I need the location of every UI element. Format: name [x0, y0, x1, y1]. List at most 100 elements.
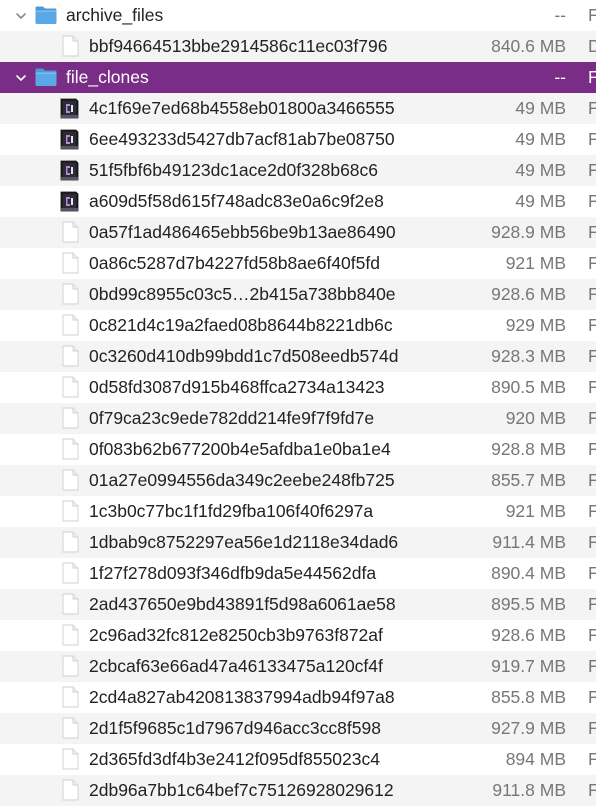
file-kind: F: [588, 625, 596, 645]
file-name: 0a86c5287d7b4227fd58b8ae6f40f5fd: [89, 253, 380, 273]
file-size: 855.8 MB: [491, 687, 566, 707]
file-kind: F: [588, 749, 596, 769]
file-row[interactable]: a609d5f58d615f748adc83e0a6c9f2e8 49 MB F: [0, 186, 596, 217]
file-size: 49 MB: [515, 160, 566, 180]
document-icon: [58, 252, 82, 274]
document-icon: [58, 748, 82, 770]
folder-row-archive-files[interactable]: archive_files -- F: [0, 0, 596, 31]
file-row[interactable]: 2d1f5f9685c1d7967d946acc3cc8f598 927.9 MB…: [0, 713, 596, 744]
file-row[interactable]: 1f27f278d093f346dfb9da5e44562dfa 890.4 MB…: [0, 558, 596, 589]
document-icon: [58, 314, 82, 336]
file-row[interactable]: 2d365fd3df4b3e2412f095df855023c4 894 MB F: [0, 744, 596, 775]
file-kind: F: [588, 253, 596, 273]
file-name: 2ad437650e9bd43891f5d98a6061ae58: [89, 594, 396, 614]
folder-size: --: [554, 5, 566, 25]
document-icon: [58, 655, 82, 677]
document-icon: [58, 345, 82, 367]
file-row[interactable]: 01a27e0994556da349c2eebe248fb725 855.7 MB…: [0, 465, 596, 496]
file-size: 840.6 MB: [491, 36, 566, 56]
file-row[interactable]: 1c3b0c77bc1f1fd29fba106f40f6297a 921 MB F: [0, 496, 596, 527]
file-size: 921 MB: [505, 501, 566, 521]
file-size: 928.6 MB: [491, 284, 566, 304]
file-size: 49 MB: [515, 129, 566, 149]
file-list: archive_files -- Fbbf94664513bbe2914586c11…: [0, 0, 596, 806]
file-size: 929 MB: [505, 315, 566, 335]
file-name: 4c1f69e7ed68b4558eb01800a3466555: [89, 98, 395, 118]
file-row[interactable]: 2cd4a827ab420813837994adb94f97a8 855.8 MB…: [0, 682, 596, 713]
document-icon: [58, 500, 82, 522]
file-size: 855.7 MB: [491, 470, 566, 490]
file-kind: F: [588, 129, 596, 149]
document-icon: [58, 531, 82, 553]
executable-icon: [57, 190, 81, 212]
executable-icon: [57, 159, 81, 181]
file-row[interactable]: bbf94664513bbe2914586c11ec03f796 840.6 MB…: [0, 31, 596, 62]
file-row[interactable]: 0c3260d410db99bdd1c7d508eedb574d 928.3 MB…: [0, 341, 596, 372]
file-row[interactable]: 0a57f1ad486465ebb56be9b13ae86490 928.9 MB…: [0, 217, 596, 248]
file-name: 0a57f1ad486465ebb56be9b13ae86490: [89, 222, 396, 242]
file-row[interactable]: 51f5fbf6b49123dc1ace2d0f328b68c6 49 MB F: [0, 155, 596, 186]
file-kind: F: [588, 687, 596, 707]
file-kind: F: [588, 501, 596, 521]
file-kind: F: [588, 656, 596, 676]
file-kind: F: [588, 191, 596, 211]
file-row[interactable]: 2ad437650e9bd43891f5d98a6061ae58 895.5 MB…: [0, 589, 596, 620]
file-row[interactable]: 0a86c5287d7b4227fd58b8ae6f40f5fd 921 MB F: [0, 248, 596, 279]
file-size: 894 MB: [505, 749, 566, 769]
folder-kind: F: [588, 67, 596, 87]
chevron-down-icon[interactable]: [12, 62, 30, 93]
file-size: 928.3 MB: [491, 346, 566, 366]
file-row[interactable]: 0d58fd3087d915b468ffca2734a13423 890.5 MB…: [0, 372, 596, 403]
file-size: 921 MB: [505, 253, 566, 273]
file-kind: F: [588, 470, 596, 490]
file-size: 919.7 MB: [491, 656, 566, 676]
file-row[interactable]: 0f79ca23c9ede782dd214fe9f7f9fd7e 920 MB F: [0, 403, 596, 434]
file-kind: F: [588, 98, 596, 118]
document-icon: [58, 221, 82, 243]
document-icon: [58, 283, 82, 305]
file-kind: F: [588, 408, 596, 428]
file-kind: F: [588, 284, 596, 304]
file-name: 1c3b0c77bc1f1fd29fba106f40f6297a: [89, 501, 374, 521]
file-row[interactable]: 2c96ad32fc812e8250cb3b9763f872af 928.6 MB…: [0, 620, 596, 651]
file-name: 0c821d4c19a2faed08b8644b8221db6c: [89, 315, 393, 335]
file-size: 890.4 MB: [491, 563, 566, 583]
file-row[interactable]: 2cbcaf63e66ad47a46133475a120cf4f 919.7 MB…: [0, 651, 596, 682]
file-size: 911.4 MB: [492, 532, 566, 552]
document-icon: [58, 407, 82, 429]
file-row[interactable]: 0bd99c8955c03c5…2b415a738bb840e 928.6 MB F: [0, 279, 596, 310]
file-name: 2d1f5f9685c1d7967d946acc3cc8f598: [89, 718, 381, 738]
file-kind: D: [588, 36, 596, 56]
document-icon: [58, 779, 82, 801]
file-size: 928.9 MB: [491, 222, 566, 242]
file-row[interactable]: 6ee493233d5427db7acf81ab7be08750 49 MB F: [0, 124, 596, 155]
document-icon: [58, 717, 82, 739]
folder-kind: F: [588, 5, 596, 25]
folder-icon: [34, 4, 58, 26]
file-size: 49 MB: [515, 191, 566, 211]
file-size: 920 MB: [505, 408, 566, 428]
file-size: 911.8 MB: [492, 780, 566, 800]
file-name: 2c96ad32fc812e8250cb3b9763f872af: [89, 625, 383, 645]
file-name: 01a27e0994556da349c2eebe248fb725: [89, 470, 395, 490]
file-kind: F: [588, 346, 596, 366]
file-name: 2cd4a827ab420813837994adb94f97a8: [89, 687, 395, 707]
executable-icon: [57, 128, 81, 150]
file-size: 928.8 MB: [491, 439, 566, 459]
file-row[interactable]: 4c1f69e7ed68b4558eb01800a3466555 49 MB F: [0, 93, 596, 124]
file-name: 0f79ca23c9ede782dd214fe9f7f9fd7e: [89, 408, 375, 428]
file-kind: F: [588, 594, 596, 614]
file-kind: F: [588, 780, 596, 800]
file-size: 928.6 MB: [491, 625, 566, 645]
file-size: 49 MB: [515, 98, 566, 118]
folder-row-file-clones[interactable]: file_clones -- F: [0, 62, 596, 93]
file-name: 1dbab9c8752297ea56e1d2118e34dad6: [89, 532, 399, 552]
file-row[interactable]: 0c821d4c19a2faed08b8644b8221db6c 929 MB F: [0, 310, 596, 341]
file-name: 2d365fd3df4b3e2412f095df855023c4: [89, 749, 380, 769]
file-name: 2db96a7bb1c64bef7c75126928029612: [89, 780, 394, 800]
file-name: a609d5f58d615f748adc83e0a6c9f2e8: [89, 191, 384, 211]
file-row[interactable]: 1dbab9c8752297ea56e1d2118e34dad6 911.4 MB…: [0, 527, 596, 558]
chevron-down-icon[interactable]: [12, 0, 30, 31]
file-row[interactable]: 2db96a7bb1c64bef7c75126928029612 911.8 MB…: [0, 775, 596, 806]
file-row[interactable]: 0f083b62b677200b4e5afdba1e0ba1e4 928.8 MB…: [0, 434, 596, 465]
